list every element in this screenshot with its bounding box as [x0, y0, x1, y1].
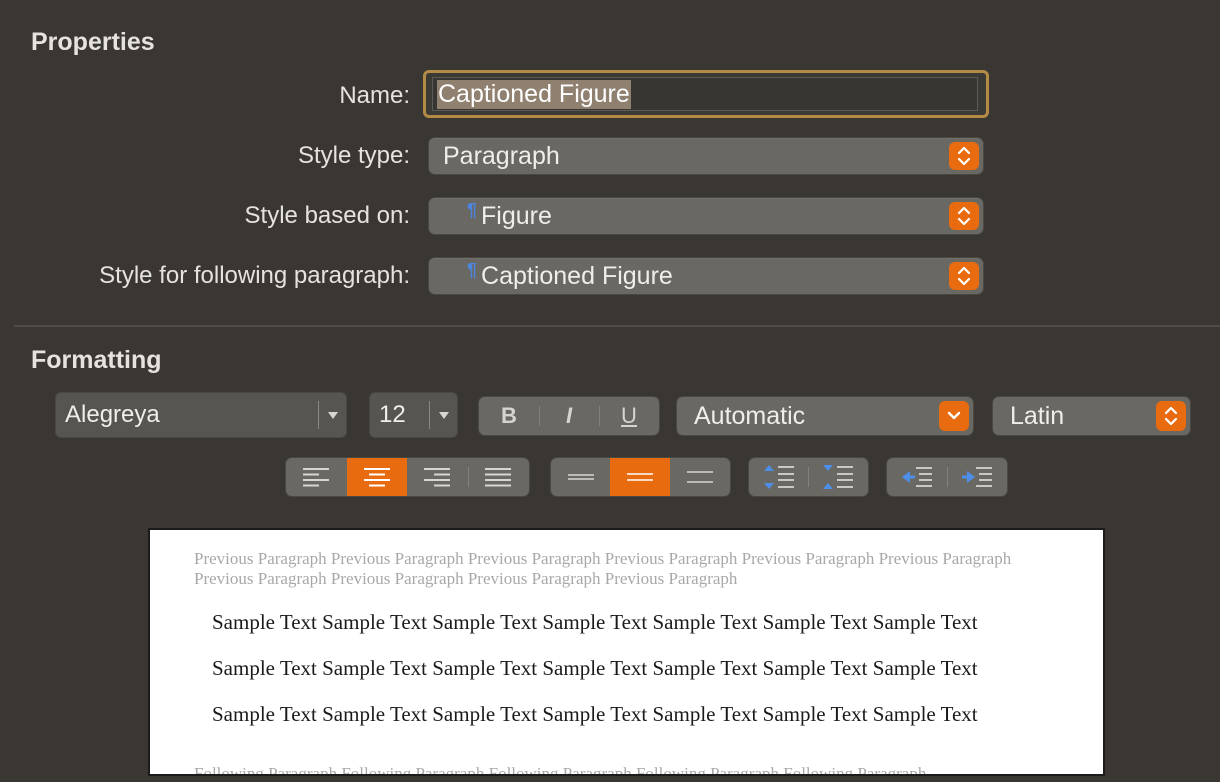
sample-text-line: Sample Text Sample Text Sample Text Samp… — [212, 610, 978, 634]
align-justify-icon — [485, 468, 512, 487]
increase-indent-button[interactable] — [947, 458, 1007, 496]
language-popup[interactable]: Automatic — [676, 396, 974, 436]
sample-text-line: Sample Text Sample Text Sample Text Samp… — [212, 656, 978, 680]
name-label: Name: — [339, 82, 410, 109]
bold-icon: B — [501, 403, 517, 428]
sample-text-line: Sample Text Sample Text Sample Text Samp… — [212, 702, 978, 726]
font-family-value[interactable]: Alegreya — [56, 401, 318, 429]
script-popup[interactable]: Latin — [992, 396, 1191, 436]
chevron-down-icon[interactable] — [319, 411, 346, 419]
style-type-label: Style type: — [297, 142, 410, 169]
alignment-segmented[interactable] — [285, 457, 530, 497]
line-spacing-segmented[interactable] — [550, 457, 731, 497]
align-left-button[interactable] — [286, 458, 347, 496]
name-input[interactable]: Captioned Figure — [432, 77, 978, 111]
text-style-segmented[interactable]: B I U — [478, 396, 660, 436]
align-right-button[interactable] — [407, 458, 468, 496]
underline-button[interactable]: U — [599, 397, 659, 435]
indent-segmented[interactable] — [886, 457, 1008, 497]
based-on-value: Figure — [481, 201, 552, 230]
name-input-value: Captioned Figure — [437, 79, 631, 109]
align-center-button[interactable] — [346, 458, 407, 496]
one-half-spacing-icon — [627, 473, 654, 481]
formatting-heading: Formatting — [31, 346, 162, 374]
based-on-label: Style based on: — [244, 202, 410, 229]
single-spacing-icon — [567, 474, 594, 480]
following-style-value: Captioned Figure — [481, 261, 673, 290]
paragraph-style-icon: ¶ — [467, 199, 478, 220]
increase-indent-icon — [962, 467, 992, 487]
style-type-select[interactable]: Paragraph — [428, 137, 984, 175]
section-divider — [14, 325, 1220, 327]
name-field-focus-ring[interactable]: Captioned Figure — [423, 70, 989, 118]
style-type-stepper-icon[interactable] — [949, 142, 979, 170]
one-half-spacing-button[interactable] — [610, 458, 670, 496]
style-preview: Previous Paragraph Previous Paragraph Pr… — [148, 528, 1105, 776]
align-justify-button[interactable] — [467, 458, 530, 496]
based-on-stepper-icon[interactable] — [949, 202, 979, 230]
font-family-combo[interactable]: Alegreya — [55, 392, 347, 438]
following-stepper-icon[interactable] — [949, 262, 979, 290]
underline-icon: U — [621, 403, 637, 428]
decrease-spacing-icon — [763, 465, 794, 489]
decrease-indent-button[interactable] — [887, 458, 947, 496]
decrease-paragraph-spacing-button[interactable] — [749, 458, 808, 496]
language-value: Automatic — [694, 401, 806, 430]
properties-heading: Properties — [31, 28, 155, 56]
chevron-down-icon[interactable] — [430, 411, 457, 419]
double-spacing-icon — [686, 471, 713, 483]
double-spacing-button[interactable] — [670, 458, 730, 496]
following-label: Style for following paragraph: — [99, 262, 410, 289]
decrease-indent-icon — [902, 467, 932, 487]
based-on-select[interactable]: ¶ Figure — [428, 197, 984, 235]
align-left-icon — [303, 468, 330, 487]
font-size-value[interactable]: 12 — [370, 401, 429, 429]
single-spacing-button[interactable] — [551, 458, 610, 496]
style-type-value: Paragraph — [443, 141, 560, 170]
stepper-icon[interactable] — [1156, 401, 1186, 431]
italic-icon: I — [565, 403, 573, 428]
following-style-select[interactable]: ¶ Captioned Figure — [428, 257, 984, 295]
italic-button[interactable]: I — [539, 397, 599, 435]
align-right-icon — [424, 468, 451, 487]
previous-paragraph-text: Previous Paragraph Previous Paragraph Pr… — [194, 549, 1012, 588]
bold-button[interactable]: B — [479, 397, 539, 435]
following-paragraph-text: Following Paragraph Following Paragraph … — [194, 764, 927, 776]
chevron-down-icon[interactable] — [939, 401, 969, 431]
paragraph-spacing-segmented[interactable] — [748, 457, 869, 497]
script-value: Latin — [1010, 401, 1065, 430]
paragraph-style-icon: ¶ — [467, 259, 478, 280]
increase-spacing-icon — [823, 465, 853, 489]
increase-paragraph-spacing-button[interactable] — [808, 458, 868, 496]
align-center-icon — [363, 468, 390, 487]
font-size-combo[interactable]: 12 — [369, 392, 458, 438]
